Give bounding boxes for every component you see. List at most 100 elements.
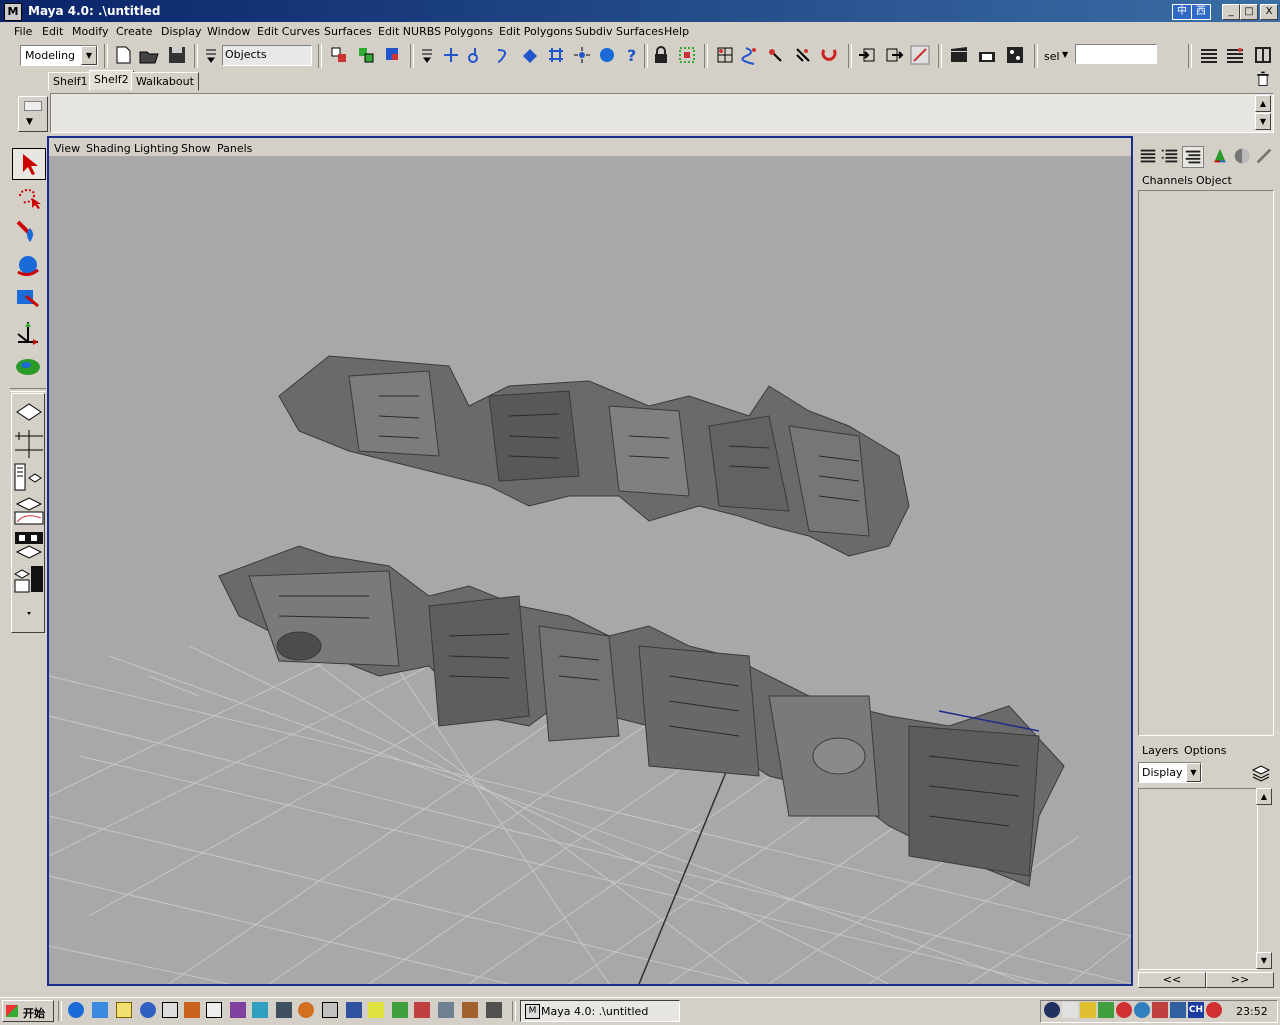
selection-mode-icon[interactable] [200, 44, 222, 66]
menu-window[interactable]: Window [207, 25, 250, 38]
hypershade-layout-icon[interactable] [13, 530, 43, 560]
tray-messenger-icon[interactable] [1134, 1002, 1150, 1018]
tab-shelf1[interactable]: Shelf1 [48, 72, 93, 91]
trash-icon[interactable] [1254, 70, 1272, 88]
tray-monitor-icon[interactable] [1170, 1002, 1186, 1018]
snap-curve-icon[interactable] [465, 44, 487, 66]
attribute-editor-toggle-icon[interactable] [1182, 146, 1204, 168]
lock-icon[interactable] [650, 44, 672, 66]
tray-ime-icon[interactable] [1206, 1002, 1222, 1018]
save-scene-icon[interactable] [166, 44, 188, 66]
render-sphere-icon[interactable] [596, 44, 618, 66]
select-hierarchy-icon[interactable] [328, 44, 350, 66]
export-icon[interactable] [883, 44, 905, 66]
menu-modify[interactable]: Modify [72, 25, 108, 38]
browser-quicklaunch-icon[interactable] [298, 1002, 314, 1018]
last-tool-icon[interactable] [12, 352, 44, 382]
select-object-icon[interactable] [355, 44, 377, 66]
tool-settings-brush-icon[interactable] [1254, 146, 1274, 166]
layer-scroll-up-icon[interactable]: ▲ [1256, 788, 1272, 805]
snap-point-icon[interactable] [440, 44, 462, 66]
layers-menu-options[interactable]: Options [1184, 744, 1226, 757]
viewport-menu-show[interactable]: Show [181, 142, 211, 155]
input-output-icon[interactable] [714, 44, 736, 66]
photo-quicklaunch-icon[interactable] [276, 1002, 292, 1018]
layer-display-select[interactable]: Display ▼ [1138, 762, 1202, 783]
show-channel-box-icon[interactable] [1252, 44, 1274, 66]
tray-shield-icon[interactable] [1152, 1002, 1168, 1018]
render-settings-icon[interactable] [1004, 44, 1026, 66]
acrobat-quicklaunch-icon[interactable] [414, 1002, 430, 1018]
open-scene-icon[interactable] [138, 44, 160, 66]
mode-select[interactable]: Modeling ▼ [20, 45, 98, 66]
snap-surface-icon[interactable] [519, 44, 541, 66]
messenger-quicklaunch-icon[interactable] [140, 1002, 156, 1018]
run-quicklaunch-icon[interactable] [486, 1002, 502, 1018]
layout-more-icon[interactable] [13, 598, 41, 626]
menu-help[interactable]: Help [664, 25, 689, 38]
menu-subdiv-surfaces[interactable]: Subdiv Surfaces [575, 25, 664, 38]
archive-quicklaunch-icon[interactable] [462, 1002, 478, 1018]
ime-west-toggle[interactable]: 西 [1191, 4, 1211, 20]
menu-file[interactable]: File [14, 25, 32, 38]
quick-select-input[interactable] [1075, 44, 1157, 64]
app-quicklaunch-icon[interactable] [184, 1002, 200, 1018]
history-icon[interactable] [571, 44, 593, 66]
chevron-down-icon[interactable]: ▼ [81, 46, 97, 65]
render-view-icon[interactable] [948, 44, 970, 66]
viewport-menu-lighting[interactable]: Lighting [134, 142, 178, 155]
menu-polygons[interactable]: Polygons [444, 25, 493, 38]
viewport-3d-scene[interactable] [49, 156, 1131, 984]
menu-edit-nurbs[interactable]: Edit NURBS [378, 25, 441, 38]
close-button[interactable]: X [1260, 4, 1278, 20]
four-view-layout-icon[interactable] [13, 428, 43, 458]
menu-edit[interactable]: Edit [42, 25, 63, 38]
viewport-menu-panels[interactable]: Panels [217, 142, 252, 155]
input-language-indicator[interactable]: CH [1188, 1002, 1204, 1018]
tool-quicklaunch-icon[interactable] [392, 1002, 408, 1018]
outlook-quicklaunch-icon[interactable] [92, 1002, 108, 1018]
menu-create[interactable]: Create [116, 25, 153, 38]
snap-grid-icon[interactable] [545, 44, 567, 66]
ipr-render-icon[interactable] [909, 44, 931, 66]
channel-box-only-icon[interactable] [1138, 146, 1158, 166]
outliner-persp-layout-icon[interactable] [13, 462, 42, 492]
word-quicklaunch-icon[interactable] [368, 1002, 384, 1018]
select-component-icon[interactable] [382, 44, 404, 66]
snap-edge-icon[interactable] [492, 44, 514, 66]
channel-box-menu-channels[interactable]: Channels [1142, 174, 1193, 187]
maya-app-icon[interactable]: M [4, 3, 22, 21]
task-button-maya[interactable]: M Maya 4.0: .\untitled [520, 1000, 680, 1022]
shelf-scroll-up-icon[interactable]: ▲ [1255, 95, 1271, 112]
layer-scroll-right-button[interactable]: >> [1206, 972, 1274, 988]
lasso-tool-icon[interactable] [12, 182, 44, 212]
help-icon[interactable]: ? [621, 44, 643, 66]
menu-edit-curves[interactable]: Edit Curves [257, 25, 320, 38]
tray-app-icon[interactable] [1044, 1002, 1060, 1018]
show-tool-settings-icon[interactable] [1224, 44, 1246, 66]
manipulator-tool-icon[interactable] [12, 318, 44, 348]
scale-tool-icon[interactable] [12, 284, 44, 314]
tab-walkabout[interactable]: Walkabout [131, 72, 199, 91]
maximize-button[interactable]: □ [1240, 4, 1258, 20]
tray-pencil-icon[interactable] [1080, 1002, 1096, 1018]
tray-antivirus-icon[interactable] [1116, 1002, 1132, 1018]
pick-walk-icon[interactable] [765, 44, 787, 66]
select-tool-icon[interactable] [12, 148, 46, 180]
outliner-axis-icon[interactable] [1210, 146, 1230, 166]
persp-graph-layout-icon[interactable] [13, 496, 44, 526]
pivot-icon[interactable] [792, 44, 814, 66]
shelf-scroll-down-icon[interactable]: ▼ [1255, 113, 1271, 130]
menu-edit-polygons[interactable]: Edit Polygons [499, 25, 573, 38]
network-quicklaunch-icon[interactable] [252, 1002, 268, 1018]
layer-scroll-down-icon[interactable]: ▼ [1256, 952, 1272, 969]
tab-shelf2[interactable]: Shelf2 [89, 70, 134, 91]
menu-display[interactable]: Display [161, 25, 202, 38]
selection-mask-field[interactable]: Objects [222, 45, 312, 66]
render-current-icon[interactable] [976, 44, 998, 66]
maya-quicklaunch-icon[interactable] [162, 1002, 178, 1018]
import-icon[interactable] [856, 44, 878, 66]
material-sphere-icon[interactable] [1232, 146, 1252, 166]
layers-menu-layers[interactable]: Layers [1142, 744, 1178, 757]
show-attribute-editor-icon[interactable] [1198, 44, 1220, 66]
